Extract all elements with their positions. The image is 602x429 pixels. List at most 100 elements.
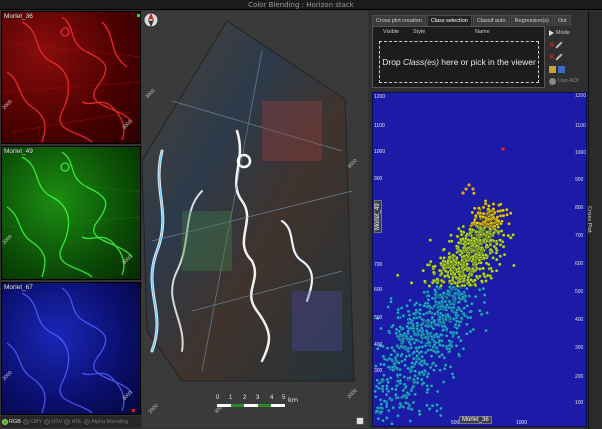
scatter-point <box>407 353 412 358</box>
scatter-point <box>480 279 484 283</box>
outer-y-tick: 500 <box>575 289 584 295</box>
outer-y-tick: 1100 <box>575 123 586 129</box>
scatter-point <box>438 413 443 418</box>
mode-hsv[interactable]: HSV <box>44 419 62 425</box>
mode-rgb[interactable]: RGB <box>2 419 21 425</box>
bucket-icon[interactable] <box>549 65 556 73</box>
scatter-point <box>484 253 488 257</box>
scatter-point <box>406 309 411 314</box>
channel-view-green[interactable]: Morlet_49 2000 3000 <box>1 146 141 280</box>
tab-class-selection[interactable]: Class selection <box>426 15 472 26</box>
scatter-point <box>442 324 447 328</box>
mode-alpha-blending[interactable]: Alpha Blending <box>84 419 128 425</box>
compass-icon[interactable] <box>142 11 160 29</box>
scatter-point <box>476 211 480 215</box>
tab-classif-auto[interactable]: Classif auto <box>472 15 510 26</box>
scatter-point <box>498 202 503 207</box>
scatter-point <box>420 354 424 359</box>
cross-plot-side-tab[interactable]: Cross Plot <box>586 11 602 429</box>
outer-y-tick: 400 <box>575 317 584 323</box>
scatter-point <box>432 278 436 283</box>
scatter-point <box>428 365 433 370</box>
scatter-point <box>431 270 436 275</box>
class-list[interactable]: Visible Style Name Drop Class(es) here o… <box>372 26 545 88</box>
y-tick: 300 <box>374 368 383 374</box>
x-axis-label[interactable]: Morlet_36 <box>459 416 492 424</box>
scatter-point <box>432 368 436 372</box>
scatter-point <box>394 392 398 397</box>
y-tick: 1100 <box>374 123 385 129</box>
outer-y-tick: 100 <box>575 400 584 406</box>
scatter-point <box>461 224 466 229</box>
scatter-point <box>459 229 463 234</box>
channel-view-blue[interactable]: Morlet_67 2000 3000 <box>1 282 141 415</box>
scatter-point <box>391 405 395 410</box>
scatter-point <box>491 207 496 211</box>
scatter-point <box>471 187 475 191</box>
tab-cross-plot-creation[interactable]: Cross plot creation <box>372 15 426 26</box>
scatter-point <box>465 304 470 308</box>
panel-tabs: Cross plot creation Class selection Clas… <box>372 15 585 26</box>
mode-cmy[interactable]: CMY <box>22 419 43 425</box>
scatter-point <box>405 324 410 329</box>
scatter-point <box>428 331 433 335</box>
scatter-point <box>398 401 402 406</box>
scatter-point <box>447 279 452 283</box>
pen-icon[interactable] <box>555 41 563 49</box>
scatter-point <box>471 266 475 271</box>
channel-view-red[interactable]: Morlet_36 2000 3000 <box>1 11 141 144</box>
scatter-point <box>427 340 431 344</box>
scatter-point <box>485 273 490 278</box>
y-axis-label[interactable]: Morlet_49 <box>374 200 382 233</box>
radio-icon <box>44 419 51 425</box>
radio-icon <box>64 419 71 425</box>
scatter-point <box>446 312 450 317</box>
scatter-point <box>478 238 482 242</box>
scatter-point <box>398 325 403 329</box>
blended-map-viewer[interactable]: 3000 3000 2000 2000 3000 0 1 2 3 4 5 km <box>142 11 368 428</box>
tab-regressions[interactable]: Regression(s) <box>510 15 553 26</box>
outer-y-tick: 900 <box>575 177 584 183</box>
scatter-point <box>418 308 422 312</box>
mode-hsl[interactable]: HSL <box>64 419 82 425</box>
use-aoi-row[interactable]: Use AOI <box>549 75 589 87</box>
scatter-point <box>439 283 443 288</box>
scatter-point <box>417 315 422 319</box>
class-drop-zone[interactable]: Drop Class(es) here or pick in the viewe… <box>379 41 539 83</box>
tab-out[interactable]: Out <box>553 15 571 26</box>
pen-icon[interactable] <box>555 53 563 61</box>
scatter-point <box>486 207 491 211</box>
scatter-point <box>412 316 416 320</box>
scatter-point <box>484 328 488 333</box>
scatter-point <box>404 401 408 405</box>
scatter-point <box>424 329 429 333</box>
scatter-point <box>454 244 459 248</box>
export-icon[interactable] <box>356 417 364 425</box>
mode-label: Mode <box>556 30 570 36</box>
scatter-point <box>373 389 377 394</box>
scatter-point <box>481 286 486 291</box>
scatter-point <box>469 309 473 314</box>
scatter-point <box>428 238 433 242</box>
mode-label: Alpha Blending <box>91 419 129 425</box>
scatter-point <box>402 331 407 336</box>
outer-y-tick: 700 <box>575 233 584 239</box>
save-icon[interactable] <box>558 65 565 73</box>
scatter-point <box>495 215 500 219</box>
cross-plot[interactable]: 1200 1100 1000 900 800 700 600 500 400 3… <box>372 92 587 427</box>
scatter-point <box>455 234 460 239</box>
mode-row[interactable]: Mode <box>549 27 589 39</box>
channel-label-blue: Morlet_67 <box>4 284 33 291</box>
scatter-point <box>408 317 412 321</box>
mode-label: CMY <box>29 419 43 425</box>
scatter-point <box>488 242 493 247</box>
scatter-point <box>389 296 393 301</box>
scatter-point <box>462 283 467 288</box>
scatter-point <box>420 326 424 330</box>
scatter-point <box>435 284 439 289</box>
tool-row <box>549 63 589 75</box>
y-tick: 700 <box>374 262 383 268</box>
scatter-point <box>427 309 432 314</box>
x-tick: 1000 <box>516 420 528 426</box>
scatter-point <box>379 326 383 331</box>
